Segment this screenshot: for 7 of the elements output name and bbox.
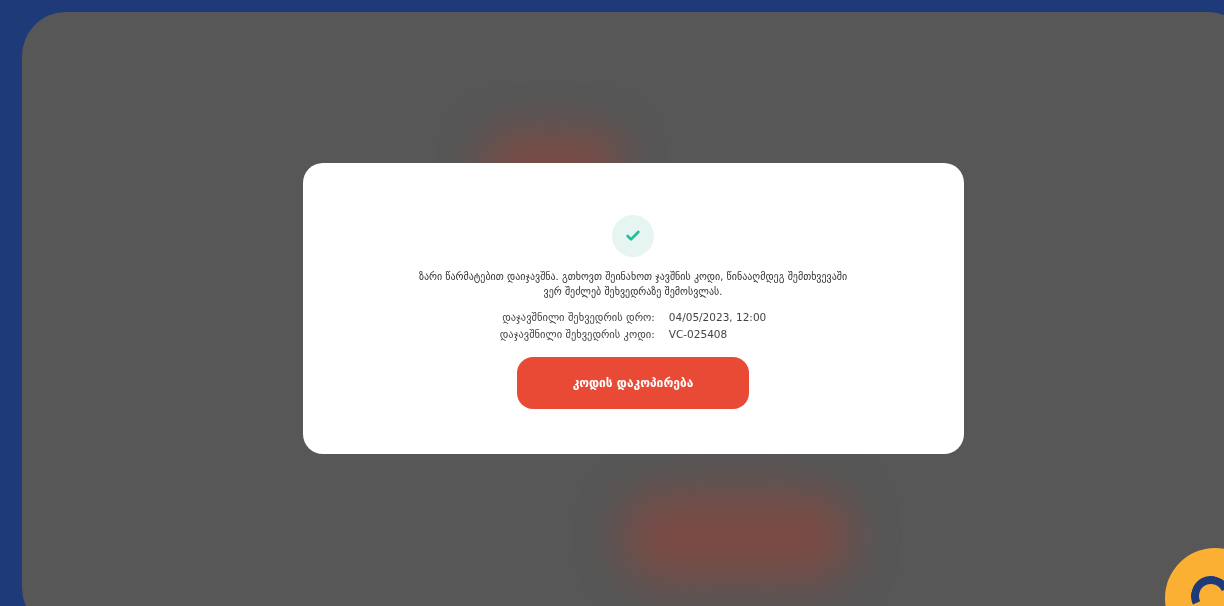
check-icon (612, 215, 654, 257)
copy-code-button[interactable]: კოდის დაკოპირება (517, 357, 749, 409)
detail-label: დაჯავშნილი შეხვედრის კოდი: (499, 327, 655, 343)
detail-value: VC-025408 (668, 327, 729, 342)
detail-value: 04/05/2023, 12:00 (668, 310, 767, 325)
success-message: ზარი წარმატებით დაიჯავშნა. გთხოვთ შეინახოთ ჯავშნის კოდი, წინააღმდეგ შემთხვევაში ვერ შეძლებ შეხვედრაზე შემოსვლას. (417, 270, 849, 299)
detail-label: დაჯავშნილი შეხვედრის დრო: (501, 310, 655, 326)
